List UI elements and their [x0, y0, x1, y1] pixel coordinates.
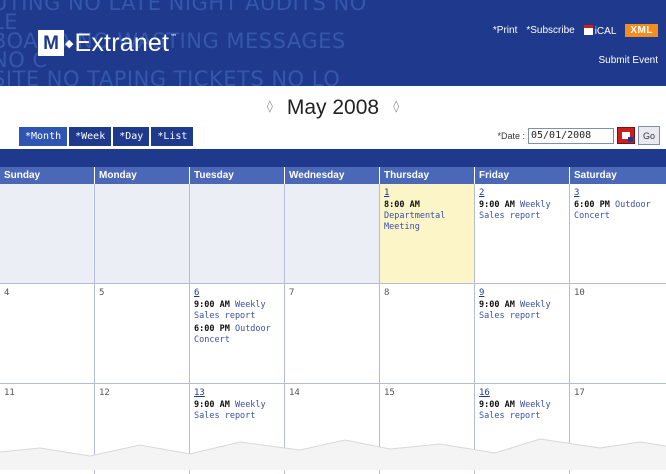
weekday-friday: Friday	[475, 167, 570, 184]
day-number: 17	[574, 388, 585, 398]
date-label: *Date :	[497, 130, 525, 141]
top-links: *Print *Subscribe iCAL XML	[493, 24, 658, 37]
day-number: 8	[384, 288, 390, 298]
calendar-day-cell[interactable]: 4	[0, 284, 95, 383]
event-time: 9:00 AM	[479, 300, 515, 310]
week-row: 4 5 6 9:00 AM Weekly Sales report 6:00 PM Ou…	[0, 284, 666, 384]
day-number: 4	[4, 288, 10, 298]
calendar-event[interactable]: 6:00 PM Outdoor Concert	[574, 200, 662, 222]
event-time: 6:00 PM	[574, 200, 610, 210]
event-time: 9:00 AM	[194, 300, 230, 310]
day-number: 5	[99, 288, 105, 298]
calendar-day-cell[interactable]: 9 9:00 AM Weekly Sales report	[475, 284, 570, 383]
calendar-event[interactable]: 9:00 AM Weekly Sales report	[194, 400, 280, 422]
tab-list[interactable]: *List	[151, 127, 194, 146]
go-button[interactable]: Go	[637, 126, 660, 145]
week-row: 1 8:00 AM Departmental Meeting 2 9:00 AM We…	[0, 184, 666, 284]
event-time: 8:00 AM	[384, 200, 420, 210]
date-picker: *Date : Go	[497, 126, 660, 145]
day-number: 7	[289, 288, 295, 298]
event-time: 9:00 AM	[194, 400, 230, 410]
calendar-day-cell[interactable]: 10	[570, 284, 666, 383]
page-title: May 2008	[286, 96, 380, 119]
ical-label: iCAL	[594, 25, 617, 37]
calendar-cell-empty	[0, 184, 95, 283]
calendar-event[interactable]: 6:00 PM Outdoor Concert	[194, 324, 280, 346]
day-number[interactable]: 2	[479, 188, 565, 198]
day-number: 12	[99, 388, 110, 398]
prev-month-arrow-icon[interactable]: ◊	[267, 99, 273, 113]
day-number[interactable]: 9	[479, 288, 565, 298]
calendar-day-cell[interactable]: 3 6:00 PM Outdoor Concert	[570, 184, 666, 283]
day-number: 10	[574, 288, 585, 298]
view-tabs: *Month *Week *Day *List	[19, 127, 194, 146]
extranet-logo[interactable]: M ◆ Extranet ™	[38, 26, 177, 60]
submit-event-link[interactable]: Submit Event	[599, 55, 658, 66]
next-month-arrow-icon[interactable]: ◊	[393, 99, 399, 113]
day-number: 14	[289, 388, 300, 398]
weekday-tuesday: Tuesday	[190, 167, 285, 184]
logo-mark-icon: M	[38, 30, 64, 56]
calendar-icon	[583, 24, 593, 35]
logo-diamond-icon: ◆	[65, 36, 74, 50]
calendar-event[interactable]: 9:00 AM Weekly Sales report	[194, 300, 280, 322]
weekday-wednesday: Wednesday	[285, 167, 380, 184]
day-number[interactable]: 3	[574, 188, 662, 198]
torn-paper-edge	[0, 438, 666, 470]
calendar-event[interactable]: 8:00 AM Departmental Meeting	[384, 200, 470, 233]
calendar-top-bar	[0, 149, 666, 167]
day-number: 11	[4, 388, 15, 398]
event-title-link[interactable]: Departmental Meeting	[384, 211, 445, 232]
print-link[interactable]: *Print	[493, 25, 517, 36]
header-banner: UTING NO LATE NIGHT AUDITS NO LE BOARD N…	[0, 0, 666, 86]
logo-trademark: ™	[170, 33, 178, 41]
logo-text: Extranet	[74, 28, 170, 57]
weekday-monday: Monday	[95, 167, 190, 184]
calendar-cell-empty	[190, 184, 285, 283]
tab-month[interactable]: *Month	[19, 127, 68, 146]
weekday-saturday: Saturday	[574, 170, 617, 181]
tab-week[interactable]: *Week	[69, 127, 112, 146]
calendar-cell-empty	[95, 184, 190, 283]
weekday-sunday: Sunday	[0, 167, 95, 184]
calendar-day-cell[interactable]: 1 8:00 AM Departmental Meeting	[380, 184, 475, 283]
event-time: 9:00 AM	[479, 400, 515, 410]
tab-day[interactable]: *Day	[113, 127, 150, 146]
weekday-header-row: Sunday Monday Tuesday Wednesday Thursday…	[0, 167, 666, 184]
subscribe-link[interactable]: *Subscribe	[526, 25, 574, 36]
calendar-day-cell[interactable]: 6 9:00 AM Weekly Sales report 6:00 PM Outd…	[190, 284, 285, 383]
day-number[interactable]: 16	[479, 388, 565, 398]
ical-link[interactable]: iCAL	[583, 24, 617, 37]
calendar-day-cell[interactable]: 8	[380, 284, 475, 383]
calendar-day-cell[interactable]: 7	[285, 284, 380, 383]
day-number: 15	[384, 388, 395, 398]
logo-letter: M	[43, 32, 59, 54]
event-time: 9:00 AM	[479, 200, 515, 210]
xml-feed-button[interactable]: XML	[625, 24, 658, 37]
calendar-cell-empty	[285, 184, 380, 283]
weekday-thursday: Thursday	[380, 167, 475, 184]
day-number[interactable]: 1	[384, 188, 470, 198]
day-number[interactable]: 13	[194, 388, 280, 398]
day-number[interactable]: 6	[194, 288, 280, 298]
month-navigation: ◊ May 2008 ◊	[0, 96, 666, 128]
date-input[interactable]	[527, 127, 614, 144]
event-time: 6:00 PM	[194, 324, 230, 334]
calendar-picker-icon[interactable]	[616, 127, 635, 144]
calendar-event[interactable]: 9:00 AM Weekly Sales report	[479, 200, 565, 222]
calendar-event[interactable]: 9:00 AM Weekly Sales report	[479, 300, 565, 322]
calendar-event[interactable]: 9:00 AM Weekly Sales report	[479, 400, 565, 422]
calendar-day-cell[interactable]: 5	[95, 284, 190, 383]
calendar-day-cell[interactable]: 2 9:00 AM Weekly Sales report	[475, 184, 570, 283]
